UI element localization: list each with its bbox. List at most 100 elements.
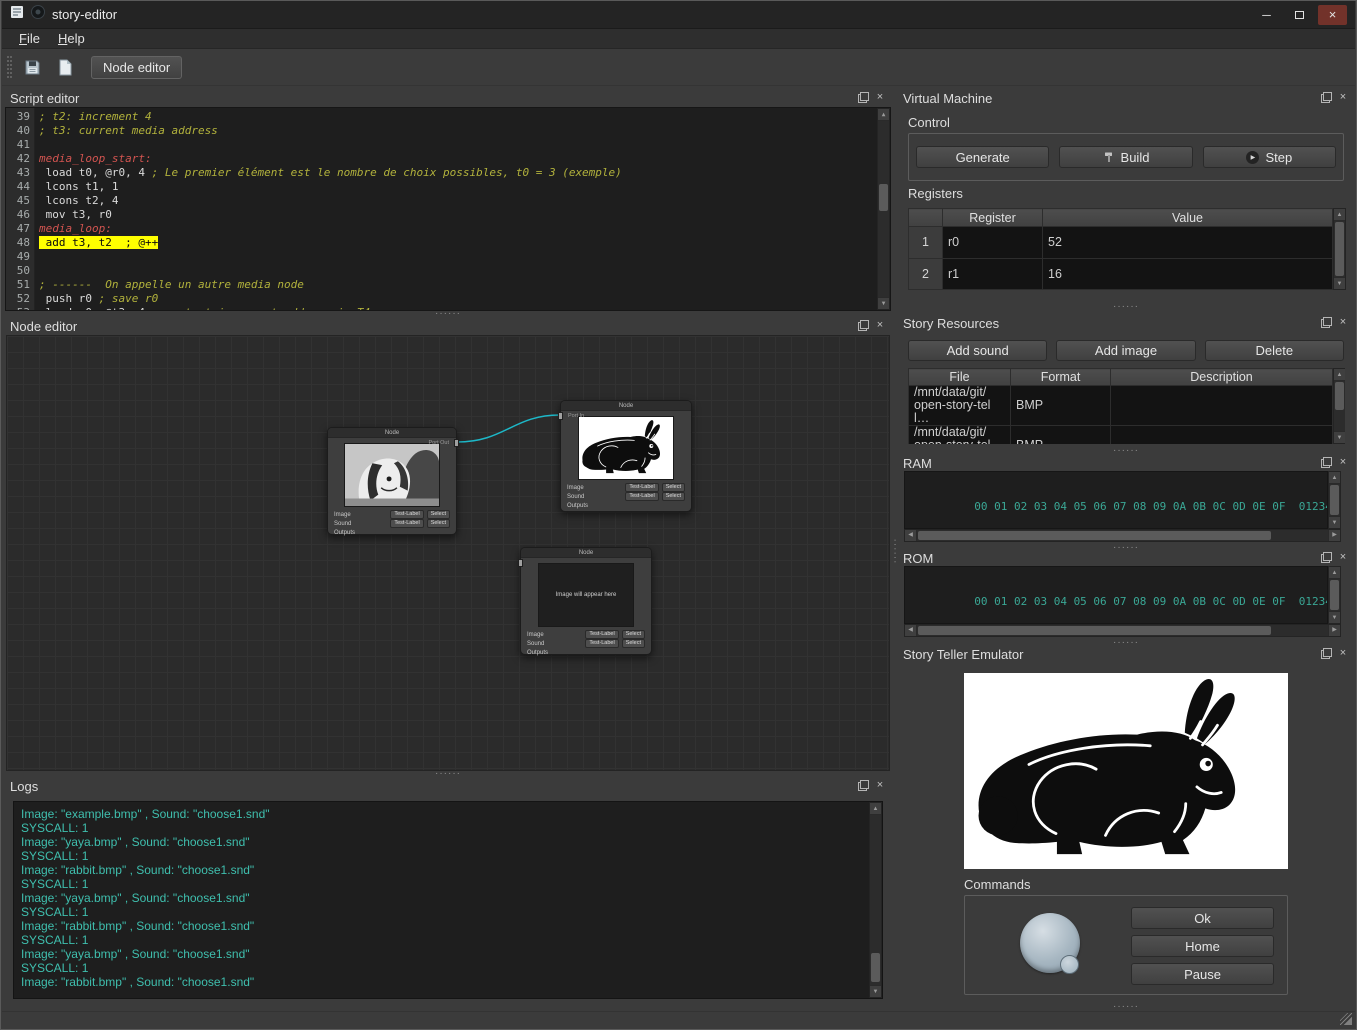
save-button[interactable] [19,54,45,80]
description-column-header[interactable]: Description [1111,369,1333,386]
dock-close-icon[interactable]: × [874,320,886,332]
scrollbar-thumb[interactable] [1335,382,1344,410]
scroll-left-icon[interactable]: ◀ [905,625,917,636]
splitter-handle[interactable]: ······ [898,447,1354,454]
dock-float-icon[interactable] [1320,457,1332,469]
resource-row[interactable]: /mnt/data/git/ open-story-tell…BMP [909,386,1333,426]
registers-scrollbar[interactable]: ▲ ▼ [1333,208,1346,290]
step-button[interactable]: ▶ Step [1203,146,1336,168]
script-editor[interactable]: 394041424344454647484950515253 ; t2: inc… [5,107,891,311]
input-port[interactable] [518,559,523,567]
splitter-handle[interactable]: ······ [898,303,1354,310]
test-label-button[interactable]: Test-Label [625,483,658,492]
scroll-up-icon[interactable]: ▲ [870,803,881,815]
file-column-header[interactable]: File [909,369,1011,386]
resources-table[interactable]: File Format Description /mnt/data/git/ o… [908,368,1333,444]
delete-button[interactable]: Delete [1205,340,1344,361]
resize-grip[interactable] [1340,1013,1352,1025]
scrollbar-thumb[interactable] [918,626,1271,635]
test-label-button[interactable]: Test-Label [585,639,618,648]
close-button[interactable]: × [1318,5,1347,25]
media-node-1[interactable]: Node Image Test-Label [327,427,457,535]
rom-hex-view[interactable]: 00 01 02 03 04 05 06 07 08 09 0A 0B 0C 0… [904,566,1328,624]
scroll-up-icon[interactable]: ▲ [1334,369,1345,381]
menu-file[interactable]: File [10,30,49,48]
ok-button[interactable]: Ok [1131,907,1274,929]
rotary-knob[interactable] [1020,913,1080,973]
select-image-button[interactable]: Select [622,630,645,639]
scroll-down-icon[interactable]: ▼ [1334,431,1345,443]
dock-close-icon[interactable]: × [1337,648,1349,660]
export-button[interactable] [52,54,78,80]
input-port[interactable] [558,412,563,420]
main-splitter-handle[interactable]: ······ [891,89,898,1013]
dock-float-icon[interactable] [857,780,869,792]
node-title[interactable]: Node [328,428,456,438]
add-image-button[interactable]: Add image [1056,340,1195,361]
resource-row[interactable]: /mnt/data/git/ open-story-tell…BMP [909,426,1333,445]
scroll-down-icon[interactable]: ▼ [1334,277,1345,289]
maximize-button[interactable] [1285,5,1314,25]
node-title[interactable]: Node [521,548,651,558]
value-column-header[interactable]: Value [1043,209,1333,227]
scrollbar-thumb[interactable] [1335,222,1344,276]
title-bar[interactable]: story-editor ─ × [2,1,1355,29]
dock-float-icon[interactable] [1320,92,1332,104]
build-button[interactable]: Build [1059,146,1192,168]
scroll-down-icon[interactable]: ▼ [870,985,881,997]
scrollbar-thumb[interactable] [879,184,888,210]
register-row[interactable]: 2r116 [909,258,1333,290]
scroll-up-icon[interactable]: ▲ [1329,567,1340,579]
minimize-button[interactable]: ─ [1252,5,1281,25]
scrollbar-thumb[interactable] [1330,485,1339,515]
ram-hscrollbar[interactable]: ◀ ▶ [904,529,1341,542]
rom-hscrollbar[interactable]: ◀ ▶ [904,624,1341,637]
scroll-up-icon[interactable]: ▲ [1329,472,1340,484]
registers-table[interactable]: Register Value 1r0522r116 [908,208,1333,290]
output-port[interactable] [454,439,459,447]
scroll-right-icon[interactable]: ▶ [1328,530,1340,541]
ram-hex-view[interactable]: 00 01 02 03 04 05 06 07 08 09 0A 0B 0C 0… [904,471,1328,529]
scroll-up-icon[interactable]: ▲ [878,109,889,121]
splitter-handle[interactable]: ······ [5,310,891,317]
toolbar-grip[interactable] [7,56,12,78]
dock-float-icon[interactable] [1320,648,1332,660]
dock-close-icon[interactable]: × [1337,552,1349,564]
scroll-up-icon[interactable]: ▲ [1334,209,1345,221]
resources-scrollbar[interactable]: ▲ ▼ [1333,368,1345,444]
menu-help[interactable]: Help [49,30,94,48]
dock-close-icon[interactable]: × [1337,457,1349,469]
dock-close-icon[interactable]: × [874,92,886,104]
splitter-handle[interactable]: ······ [898,1003,1354,1010]
rom-vscrollbar[interactable]: ▲ ▼ [1328,566,1341,624]
scroll-down-icon[interactable]: ▼ [878,297,889,309]
dock-float-icon[interactable] [1320,317,1332,329]
select-sound-button[interactable]: Select [427,519,450,528]
node-editor-toggle[interactable]: Node editor [91,56,182,79]
select-image-button[interactable]: Select [662,483,685,492]
select-image-button[interactable]: Select [427,510,450,519]
home-button[interactable]: Home [1131,935,1274,957]
scrollbar-thumb[interactable] [918,531,1271,540]
node-title[interactable]: Node [561,401,691,411]
register-column-header[interactable]: Register [943,209,1043,227]
add-sound-button[interactable]: Add sound [908,340,1047,361]
logs-console[interactable]: Image: "example.bmp" , Sound: "choose1.s… [13,801,883,999]
test-label-button[interactable]: Test-Label [390,519,423,528]
scroll-down-icon[interactable]: ▼ [1329,611,1340,623]
test-label-button[interactable]: Test-Label [390,510,423,519]
scroll-right-icon[interactable]: ▶ [1328,625,1340,636]
dock-float-icon[interactable] [857,92,869,104]
dock-close-icon[interactable]: × [1337,317,1349,329]
format-column-header[interactable]: Format [1011,369,1111,386]
ram-vscrollbar[interactable]: ▲ ▼ [1328,471,1341,529]
pause-button[interactable]: Pause [1131,963,1274,985]
code-area[interactable]: ; t2: increment 4; t3: current media add… [35,108,877,310]
test-label-button[interactable]: Test-Label [585,630,618,639]
scrollbar-thumb[interactable] [871,953,880,982]
select-sound-button[interactable]: Select [622,639,645,648]
register-row[interactable]: 1r052 [909,227,1333,259]
scroll-left-icon[interactable]: ◀ [905,530,917,541]
dock-float-icon[interactable] [1320,552,1332,564]
generate-button[interactable]: Generate [916,146,1049,168]
